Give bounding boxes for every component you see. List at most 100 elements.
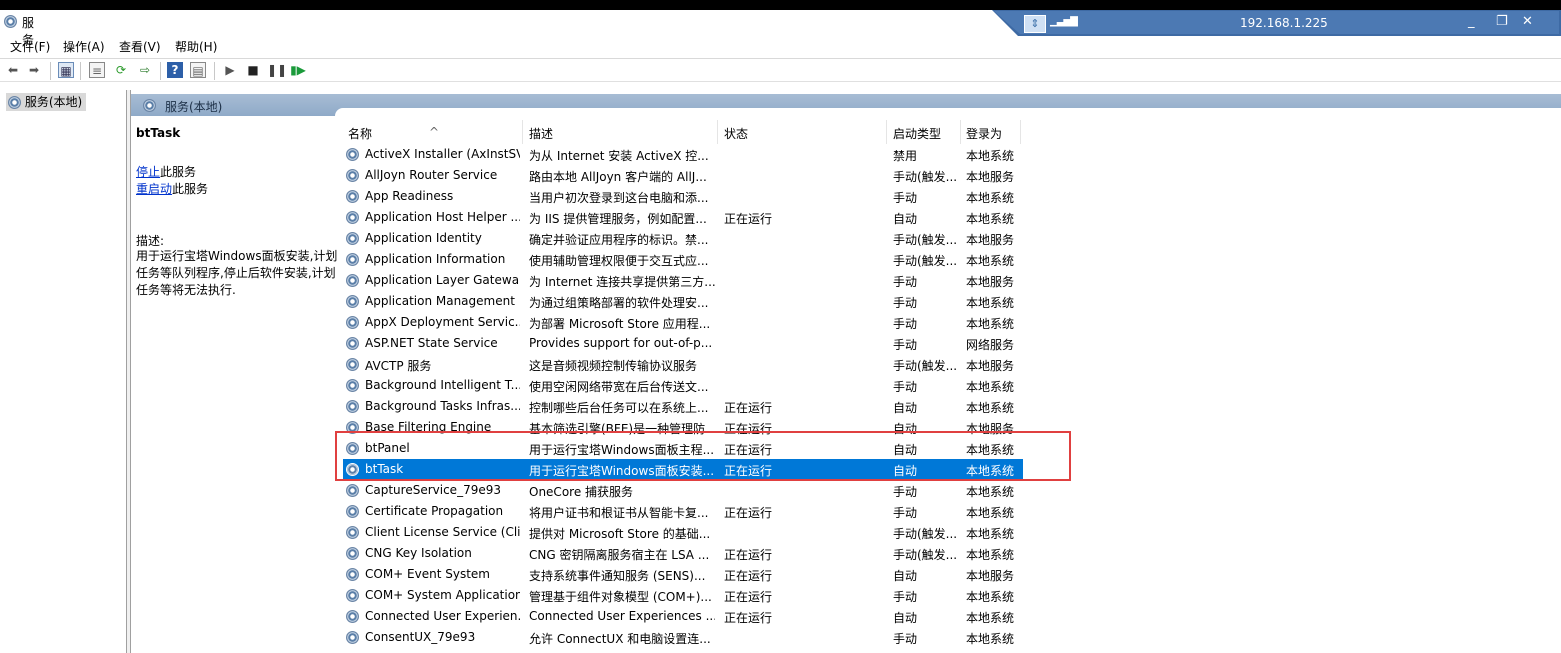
service-startup-type: 手动(触发... — [893, 548, 958, 562]
menu-help[interactable]: 帮助(H) — [175, 38, 217, 55]
menu-view[interactable]: 查看(V) — [119, 38, 161, 55]
service-row[interactable]: App Readiness 当用户初次登录到这台电脑和添... 手动 本地系统 — [343, 186, 1023, 207]
service-gear-icon — [346, 484, 359, 497]
service-description: 控制哪些后台任务可以在系统上... — [529, 401, 709, 415]
selected-service-name: btTask — [136, 126, 181, 140]
service-row[interactable]: CaptureService_79e93 OneCore 捕获服务 手动 本地系统 — [343, 480, 1023, 501]
tree-item-services-local[interactable]: 服务(本地) — [6, 93, 87, 111]
service-row[interactable]: Background Intelligent T... 使用空闲网络带宽在后台传送… — [343, 375, 1023, 396]
service-description: Provides support for out-of-p... — [529, 336, 713, 350]
menu-file[interactable]: 文件(F) — [10, 38, 50, 55]
service-status: 正在运行 — [724, 590, 773, 604]
column-separator[interactable] — [960, 120, 961, 144]
service-name: AllJoyn Router Service — [365, 168, 498, 182]
service-row[interactable]: Application Identity 确定并验证应用程序的标识。禁... 手动(… — [343, 228, 1023, 249]
column-separator[interactable] — [886, 120, 887, 144]
forward-arrow-icon[interactable]: ➡ — [26, 62, 42, 78]
service-row[interactable]: Application Management 为通过组策略部署的软件处理安... 手… — [343, 291, 1023, 312]
service-row[interactable]: Client License Service (Cli... 提供对 Micros… — [343, 522, 1023, 543]
service-row[interactable]: AppX Deployment Servic... 为部署 Microsoft S… — [343, 312, 1023, 333]
stop-service-suffix: 此服务 — [160, 165, 197, 179]
service-name: Client License Service (Cli... — [365, 525, 520, 539]
toolbar-separator — [50, 62, 51, 80]
service-gear-icon — [346, 316, 359, 329]
service-logon-as: 本地系统 — [966, 506, 1015, 520]
service-row[interactable]: Application Host Helper ... 为 IIS 提供管理服务，… — [343, 207, 1023, 228]
service-logon-as: 本地系统 — [966, 254, 1015, 268]
restart-service-link[interactable]: 重启动 — [136, 182, 172, 196]
service-row[interactable]: Application Information 使用辅助管理权限便于交互式应...… — [343, 249, 1023, 270]
service-logon-as: 本地系统 — [966, 380, 1015, 394]
column-header-name[interactable]: 名称 — [348, 125, 372, 142]
stop-service-link[interactable]: 停止 — [136, 165, 160, 179]
service-row[interactable]: AllJoyn Router Service 路由本地 AllJoyn 客户端的 … — [343, 165, 1023, 186]
service-description: 为 IIS 提供管理服务，例如配置... — [529, 212, 707, 226]
service-logon-as: 网络服务 — [966, 338, 1015, 352]
back-arrow-icon[interactable]: ⬅ — [5, 62, 21, 78]
service-row[interactable]: COM+ System Application 管理基于组件对象模型 (COM+)… — [343, 585, 1023, 606]
service-row[interactable]: Background Tasks Infras... 控制哪些后台任务可以在系统上… — [343, 396, 1023, 417]
service-gear-icon — [346, 358, 359, 371]
service-row[interactable]: COM+ Event System 支持系统事件通知服务 (SENS)... 正在运… — [343, 564, 1023, 585]
stop-service-line: 停止此服务 — [136, 163, 196, 180]
pause-service-icon[interactable]: ❚❚ — [267, 62, 287, 78]
restore-icon[interactable]: ❐ — [1496, 14, 1508, 29]
service-row[interactable]: ActiveX Installer (AxInstSV) 为从 Internet … — [343, 144, 1023, 165]
pane-header-title: 服务(本地) — [165, 100, 223, 114]
service-logon-as: 本地系统 — [966, 527, 1015, 541]
service-row[interactable]: ASP.NET State Service Provides support fo… — [343, 333, 1023, 354]
service-name: ASP.NET State Service — [365, 336, 498, 350]
service-name: App Readiness — [365, 189, 454, 203]
minimize-icon[interactable]: _ — [1468, 14, 1475, 29]
service-startup-type: 自动 — [893, 611, 918, 625]
service-startup-type: 自动 — [893, 401, 918, 415]
close-icon[interactable]: ✕ — [1522, 14, 1533, 29]
service-logon-as: 本地系统 — [966, 317, 1015, 331]
service-startup-type: 自动 — [893, 212, 918, 226]
service-logon-as: 本地服务 — [966, 170, 1015, 184]
column-header-logon-as[interactable]: 登录为 — [966, 125, 1002, 142]
show-console-tree-icon[interactable]: ▦ — [58, 62, 74, 78]
service-logon-as: 本地系统 — [966, 611, 1015, 625]
service-gear-icon — [346, 211, 359, 224]
refresh-icon[interactable]: ⟳ — [113, 62, 129, 78]
service-row[interactable]: Application Layer Gatewa... 为 Internet 连接… — [343, 270, 1023, 291]
service-startup-type: 手动(触发... — [893, 527, 958, 541]
column-separator[interactable] — [717, 120, 718, 144]
start-service-icon[interactable]: ▶ — [222, 62, 238, 78]
service-description: 使用空闲网络带宽在后台传送文... — [529, 380, 709, 394]
pin-icon[interactable]: ⇕ — [1024, 15, 1046, 33]
column-header-description[interactable]: 描述 — [529, 125, 553, 142]
service-gear-icon — [346, 253, 359, 266]
service-row[interactable]: AVCTP 服务 这是音频视频控制传输协议服务 手动(触发... 本地服务 — [343, 354, 1023, 375]
service-row[interactable]: ConsentUX_79e93 允许 ConnectUX 和电脑设置连... 手动 本… — [343, 627, 1023, 648]
column-header-startup-type[interactable]: 启动类型 — [893, 125, 941, 142]
column-separator[interactable] — [522, 120, 523, 144]
action-pane-icon[interactable]: ▤ — [190, 62, 206, 78]
stop-service-icon[interactable]: ■ — [245, 62, 261, 78]
service-logon-as: 本地系统 — [966, 401, 1015, 415]
column-separator[interactable] — [1020, 120, 1021, 144]
service-row[interactable]: Certificate Propagation 将用户证书和根证书从智能卡复...… — [343, 501, 1023, 522]
description-label: 描述: — [136, 234, 165, 248]
properties-icon[interactable]: ≡ — [89, 62, 105, 78]
menu-action[interactable]: 操作(A) — [63, 38, 105, 55]
service-gear-icon — [346, 610, 359, 623]
help-icon[interactable]: ? — [167, 62, 183, 78]
toolbar: ⬅ ➡ ▦ ≡ ⟳ ⇨ ? ▤ ▶ ■ ❚❚ ▮▶ — [0, 58, 1561, 82]
service-description: 确定并验证应用程序的标识。禁... — [529, 233, 709, 247]
service-description: 这是音频视频控制传输协议服务 — [529, 359, 698, 373]
services-gear-icon — [4, 15, 17, 28]
export-list-icon[interactable]: ⇨ — [137, 62, 153, 78]
service-row[interactable]: Connected User Experien... Connected User… — [343, 606, 1023, 627]
services-list[interactable]: ^ 名称 描述 状态 启动类型 登录为 ActiveX Installer (A… — [343, 120, 1561, 653]
service-startup-type: 手动 — [893, 380, 918, 394]
service-gear-icon — [346, 631, 359, 644]
service-gear-icon — [346, 526, 359, 539]
remote-connection-bar[interactable]: ⇕ ▁▃▅▇ 192.168.1.225 _ ❐ ✕ — [992, 10, 1561, 36]
restart-service-icon[interactable]: ▮▶ — [290, 62, 306, 78]
column-header-status[interactable]: 状态 — [724, 125, 748, 142]
service-row[interactable]: CNG Key Isolation CNG 密钥隔离服务宿主在 LSA ... 正在… — [343, 543, 1023, 564]
service-startup-type: 手动 — [893, 485, 918, 499]
service-status: 正在运行 — [724, 548, 773, 562]
